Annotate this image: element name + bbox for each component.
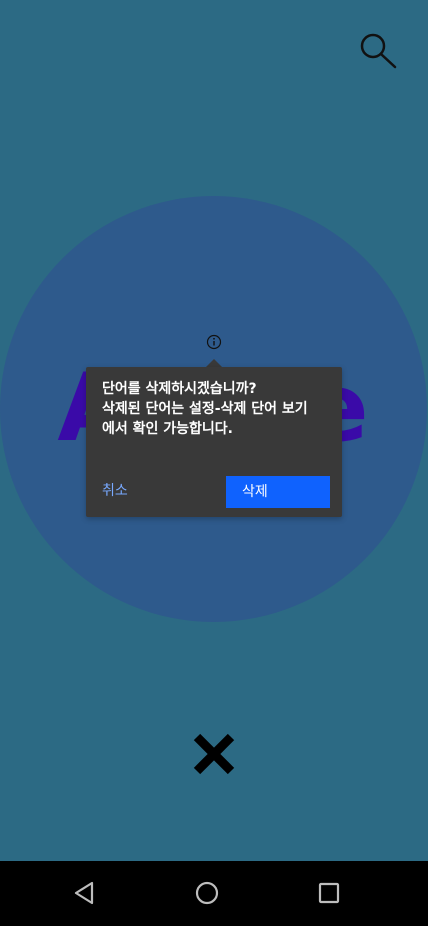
cancel-button[interactable]: 취소	[102, 475, 128, 507]
nav-recent-button[interactable]	[313, 877, 345, 909]
dialog-message-line-1: 단어를 삭제하시겠습니까?	[102, 381, 257, 397]
search-icon	[360, 33, 397, 69]
info-icon[interactable]	[206, 334, 222, 350]
close-icon	[193, 733, 235, 775]
system-nav-bar	[0, 861, 428, 926]
back-triangle-icon	[74, 881, 94, 905]
nav-back-button[interactable]	[69, 877, 101, 909]
dialog-message-line-3: 에서 확인 가능합니다.	[102, 421, 233, 437]
delete-button[interactable]: 삭제	[226, 476, 330, 508]
dialog-message-line-2: 삭제된 단어는 설정-삭제 단어 보기	[102, 401, 308, 417]
delete-confirm-dialog: 단어를 삭제하시겠습니까? 삭제된 단어는 설정-삭제 단어 보기 에서 확인 …	[86, 367, 342, 517]
dialog-message: 단어를 삭제하시겠습니까? 삭제된 단어는 설정-삭제 단어 보기 에서 확인 …	[102, 379, 332, 439]
home-circle-icon	[195, 881, 219, 905]
search-button[interactable]	[356, 30, 400, 74]
close-button[interactable]	[192, 732, 236, 776]
dialog-pointer	[206, 359, 222, 367]
nav-home-button[interactable]	[191, 877, 223, 909]
recent-apps-square-icon	[318, 882, 340, 904]
